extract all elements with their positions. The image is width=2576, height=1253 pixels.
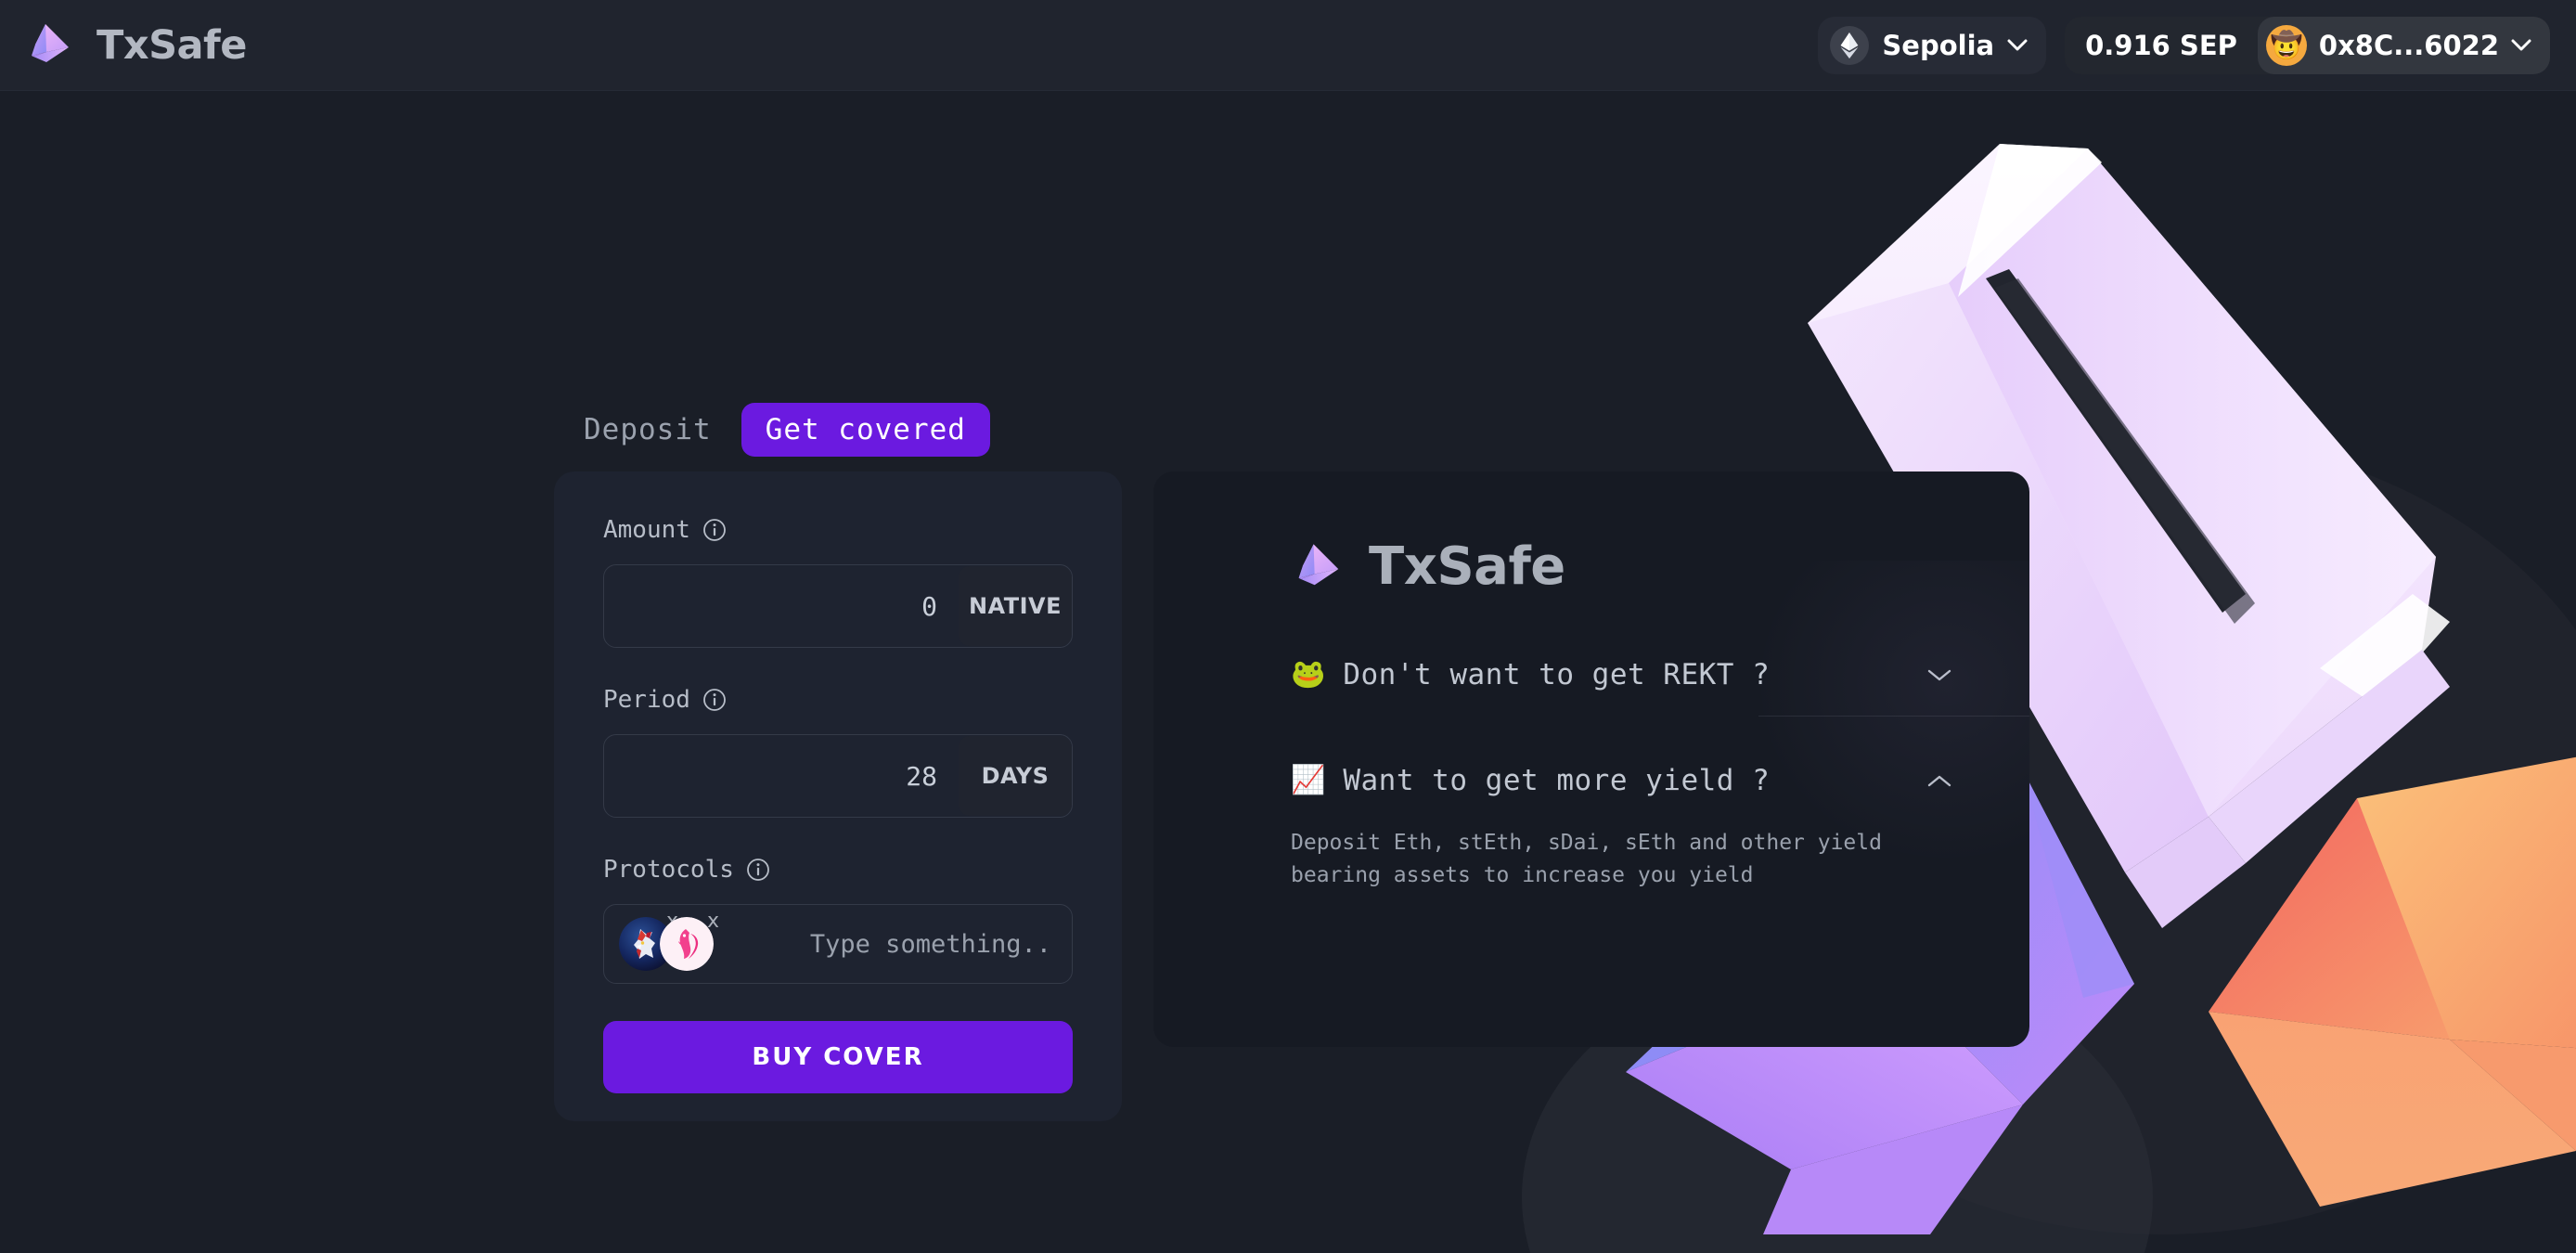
chevron-up-icon[interactable] <box>1927 774 1951 788</box>
period-label-row: Period <box>603 686 1073 714</box>
accordion-divider <box>1758 716 2029 717</box>
protocols-search-input[interactable] <box>714 929 1051 959</box>
amount-input[interactable] <box>604 565 958 647</box>
txsafe-prism-logo-icon <box>1298 543 1339 585</box>
accordion-yield-header[interactable]: 📈 Want to get more yield ? <box>1291 740 1974 821</box>
accordion-rekt-header[interactable]: 🐸 Don't want to get REKT ? <box>1291 634 1974 716</box>
wallet-balance: 0.916 SEP <box>2085 29 2237 61</box>
header-controls: Sepolia 0.916 SEP 🤠 0x8C...6022 <box>1818 16 2550 74</box>
wallet-group: 0.916 SEP 🤠 0x8C...6022 <box>2065 16 2550 74</box>
accordion-yield-body: Deposit Eth, stEth, sDai, sEth and other… <box>1291 831 1882 887</box>
protocols-input-row: x x <box>603 904 1073 984</box>
panel-title: TxSafe <box>1369 536 1565 597</box>
amount-label: Amount <box>603 516 690 544</box>
txsafe-prism-logo-icon <box>32 23 69 62</box>
network-selector[interactable]: Sepolia <box>1818 16 2047 74</box>
brand-name: TxSafe <box>97 21 247 69</box>
info-panel: TxSafe 🐸 Don't want to get REKT ? 📈 Want… <box>1153 471 2029 1047</box>
chart-increasing-icon: 📈 <box>1291 764 1326 796</box>
tab-get-covered[interactable]: Get covered <box>741 403 990 457</box>
amount-input-row: NATIVE <box>603 564 1073 648</box>
buy-cover-button[interactable]: BUY COVER <box>603 1021 1073 1093</box>
app-root: TxSafe Sepolia 0.916 SEP 🤠 0x8C...6022 D… <box>0 0 2576 1253</box>
avatar: 🤠 <box>2265 24 2307 66</box>
remove-chip-icon[interactable]: x <box>707 911 719 932</box>
period-label: Period <box>603 686 690 714</box>
cover-form-card: Amount NATIVE Period DAYS Pr <box>554 471 1122 1121</box>
period-input-row: DAYS <box>603 734 1073 818</box>
accordion-rekt-title: Don't want to get REKT ? <box>1343 658 1771 691</box>
accordion-divider-wrap <box>1291 716 2029 740</box>
amount-label-row: Amount <box>603 516 1073 544</box>
app-header: TxSafe Sepolia 0.916 SEP 🤠 0x8C...6022 <box>0 0 2576 91</box>
accordion-yield-title: Want to get more yield ? <box>1343 764 1771 797</box>
period-input[interactable] <box>604 735 958 817</box>
accordion-rekt: 🐸 Don't want to get REKT ? <box>1291 634 1974 716</box>
panel-brand: TxSafe <box>1291 536 1974 597</box>
ethereum-icon <box>1830 25 1870 65</box>
info-icon[interactable] <box>702 688 727 712</box>
mode-tabs: Deposit Get covered <box>580 403 990 457</box>
wallet-address: 0x8C...6022 <box>2318 29 2499 61</box>
brand[interactable]: TxSafe <box>24 19 247 72</box>
chevron-down-icon[interactable] <box>2007 39 2028 51</box>
protocols-label-row: Protocols <box>603 856 1073 884</box>
chevron-down-icon[interactable] <box>2511 39 2531 51</box>
frog-icon: 🐸 <box>1291 658 1326 691</box>
accordion-yield: 📈 Want to get more yield ? Deposit Eth, … <box>1291 740 1974 891</box>
protocol-chips: x x <box>619 911 719 971</box>
chevron-down-icon[interactable] <box>1927 668 1951 682</box>
period-unit-button[interactable]: DAYS <box>959 736 1072 816</box>
network-label: Sepolia <box>1882 29 1995 61</box>
tab-deposit[interactable]: Deposit <box>580 404 715 456</box>
uniswap-logo-icon <box>660 917 714 971</box>
amount-unit-button[interactable]: NATIVE <box>959 566 1072 646</box>
protocol-chip-uniswap[interactable]: x <box>660 911 719 971</box>
info-icon[interactable] <box>746 858 770 882</box>
protocols-label: Protocols <box>603 856 734 884</box>
info-icon[interactable] <box>702 518 727 542</box>
wallet-address-button[interactable]: 🤠 0x8C...6022 <box>2257 16 2550 74</box>
